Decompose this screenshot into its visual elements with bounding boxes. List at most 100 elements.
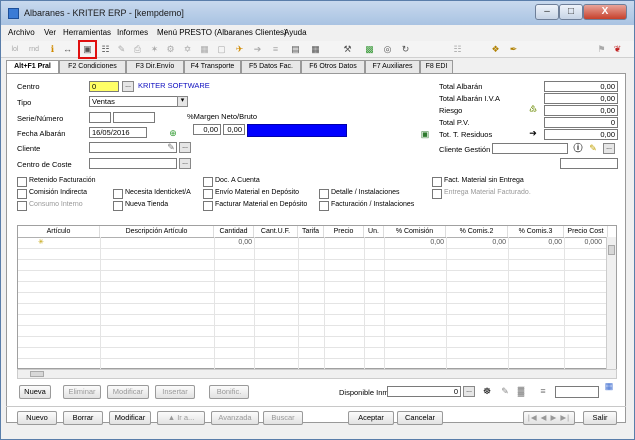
menu-lines-icon[interactable]: ≡ [269,43,282,56]
buscar-button[interactable]: Buscar [263,411,303,425]
pen-icon[interactable]: ✒ [507,43,520,56]
arrow-icon[interactable]: ➔ [251,43,264,56]
tab-auxiliares[interactable]: F7 Auxiliares [365,60,420,73]
toolbar-lol-button[interactable]: lol [8,43,22,56]
chart-icon[interactable]: ▓ [515,386,527,397]
star-icon[interactable]: ✡ [181,43,194,56]
arrows-icon[interactable]: ↔ [61,43,74,56]
serie-field[interactable] [89,112,111,123]
add-icon[interactable]: ⊕ [167,128,179,139]
tools-icon[interactable]: ✶ [148,43,161,56]
necesita-identicket-checkbox[interactable]: Necesita Identicket/A [113,188,191,199]
grid-horizontal-scrollbar[interactable] [17,369,617,379]
settings-icon[interactable]: ⚙ [164,43,177,56]
menu-archivo[interactable]: Archivo [8,28,35,37]
comision-indirecta-checkbox[interactable]: Comisión Indirecta [17,188,87,199]
fact-material-sin-entrega-checkbox[interactable]: Fact. Material sin Entrega [432,176,524,187]
centro-coste-lookup-button[interactable]: ... [179,158,191,169]
col-comis3[interactable]: % Comis.3 [508,226,564,237]
tab-datos-fac[interactable]: F5 Datos Fac. [241,60,301,73]
ir-a-button[interactable]: ▲ Ir a... [157,411,205,425]
col-comis2[interactable]: % Comis.2 [446,226,508,237]
col-descripcion[interactable]: Descripción Artículo [100,226,214,237]
grid-vertical-scrollbar[interactable] [606,237,616,369]
glasses-icon[interactable]: ❖ [489,43,502,56]
aceptar-button[interactable]: Aceptar [348,411,394,425]
salir-button[interactable]: Salir [583,411,617,425]
insertar-linea-button[interactable]: Insertar [155,385,195,399]
modificar-button[interactable]: Modificar [109,411,151,425]
eliminar-linea-button[interactable]: Eliminar [63,385,101,399]
export-icon[interactable]: ☷ [451,43,464,56]
menu-ver[interactable]: Ver [44,28,56,37]
nueva-tienda-checkbox[interactable]: Nueva Tienda [113,200,168,211]
retenido-facturacion-checkbox[interactable]: Retenido Facturación [17,176,96,187]
col-comision[interactable]: % Comisión [384,226,446,237]
cliente-field[interactable] [89,142,177,153]
table-icon[interactable]: ▤ [289,43,302,56]
lines-grid[interactable]: Artículo Descripción Artículo Cantidad C… [17,225,617,369]
col-cant-uf[interactable]: Cant.U.F. [254,226,298,237]
heart-icon[interactable]: ❦ [611,43,624,56]
cell-comision[interactable]: 0,00 [384,238,444,248]
entrega-material-facturado-checkbox[interactable]: Entrega Material Facturado. [432,188,531,199]
send-icon[interactable]: ✈ [233,43,246,56]
centro-lookup-button[interactable]: ... [122,81,134,92]
sort-icon[interactable]: ≡ [537,386,549,397]
calendar-icon[interactable]: ▦ [309,43,322,56]
nuevo-button[interactable]: Nuevo [17,411,57,425]
tab-condiciones[interactable]: F2 Condiciones [59,60,126,73]
menu-informes[interactable]: Informes [117,28,148,37]
list-icon[interactable]: ☷ [99,43,112,56]
preview-icon[interactable]: ⎙ [131,43,144,56]
report-icon[interactable]: ▩ [363,43,376,56]
cliente-gestion-field[interactable] [492,143,568,154]
box-icon[interactable]: ▢ [215,43,228,56]
close-button[interactable]: X [583,4,627,20]
envio-material-deposito-checkbox[interactable]: Envío Material en Depósito [203,188,299,199]
bonific-button[interactable]: Bonific. [209,385,249,399]
col-articulo[interactable]: Artículo [18,226,100,237]
refresh-icon[interactable]: ↻ [399,43,412,56]
hammer-icon[interactable]: ⚒ [341,43,354,56]
facturacion-instalaciones-checkbox[interactable]: Facturación / Instalaciones [319,200,414,211]
tab-transporte[interactable]: F4 Transporte [184,60,241,73]
tab-otros-datos[interactable]: F6 Otros Datos [301,60,365,73]
col-precio[interactable]: Precio [324,226,364,237]
nueva-linea-button[interactable]: Nueva [19,385,51,399]
money-icon[interactable]: ▣ [419,129,431,140]
menu-ayuda[interactable]: Ayuda [284,28,307,37]
pencil-icon[interactable]: ✎ [587,143,599,154]
extra-field[interactable] [555,386,599,398]
maximize-button[interactable]: □ [559,4,583,20]
cliente-lookup-button[interactable]: ... [179,142,191,153]
arrow-right-icon[interactable]: ➔ [527,128,539,139]
borrar-button[interactable]: Borrar [63,411,103,425]
modificar-linea-button[interactable]: Modificar [107,385,149,399]
facturar-material-deposito-checkbox[interactable]: Facturar Material en Depósito [203,200,307,211]
tab-edi[interactable]: F8 EDI [420,60,453,73]
info-icon[interactable]: ℹ [46,43,59,56]
col-cantidad[interactable]: Cantidad [214,226,254,237]
centro-coste-field[interactable] [89,158,177,169]
detalle-instalaciones-checkbox[interactable]: Detalle / Instalaciones [319,188,399,199]
centro-field[interactable]: 0 [89,81,119,92]
menu-herramientas[interactable]: Herramientas [63,28,111,37]
pencil-icon[interactable]: ✎ [499,386,511,397]
col-un[interactable]: Un. [364,226,384,237]
binoculars-icon[interactable]: ☸ [481,386,493,397]
col-tarifa[interactable]: Tarifa [298,226,324,237]
toolbar-rnd-button[interactable]: rnd [27,43,41,56]
cell-precio-cost[interactable]: 0,000 [564,238,602,248]
flag-icon[interactable]: ⚑ [595,43,608,56]
cell-cantidad[interactable]: 0,00 [214,238,252,248]
numero-field[interactable] [113,112,155,123]
pencil-icon[interactable]: ✎ [165,142,177,153]
avanzada-button[interactable]: Avanzada [211,411,259,425]
cliente-gestion-extra-field[interactable] [560,158,618,169]
cancelar-button[interactable]: Cancelar [397,411,443,425]
margen-neto-field[interactable]: 0,00 [193,124,221,135]
menu-presto[interactable]: Menú PRESTO (Albaranes Clientes) [157,28,287,37]
fecha-albaran-field[interactable]: 16/05/2016 [89,127,147,138]
cell-comis3[interactable]: 0,00 [508,238,562,248]
